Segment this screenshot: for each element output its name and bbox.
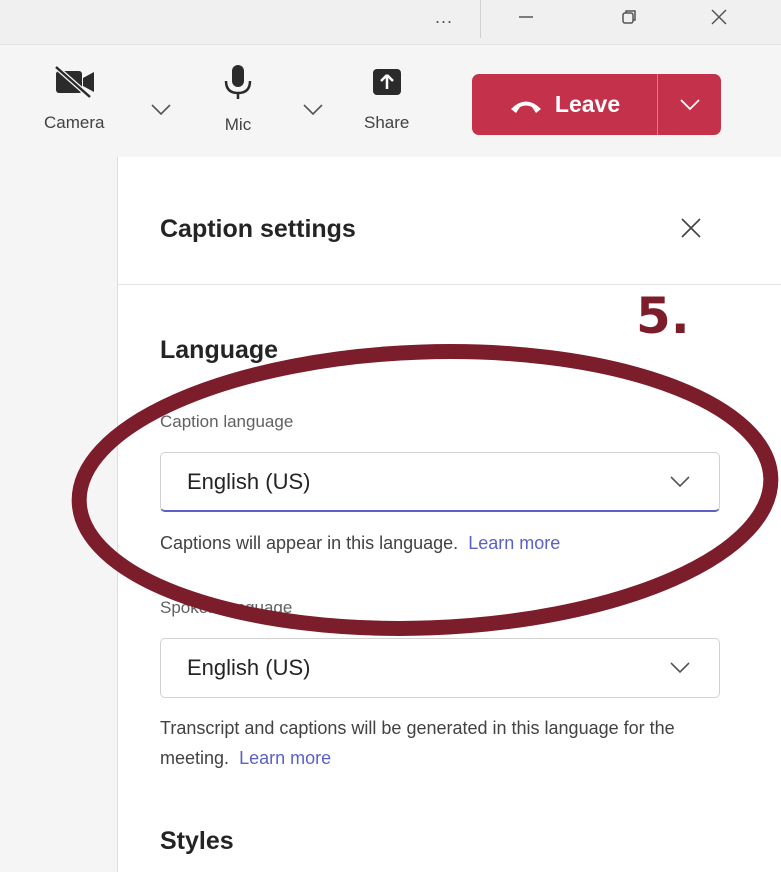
chevron-down-icon xyxy=(679,98,700,110)
leave-options-button[interactable] xyxy=(658,74,721,135)
camera-button[interactable]: Camera xyxy=(44,63,104,133)
leave-button-group: Leave xyxy=(472,74,721,135)
styles-heading: Styles xyxy=(160,827,234,855)
spoken-language-select[interactable]: English (US) xyxy=(160,638,720,698)
close-panel-button[interactable] xyxy=(676,213,706,243)
mic-label: Mic xyxy=(224,115,252,134)
leave-button[interactable]: Leave xyxy=(472,74,657,135)
chevron-down-icon xyxy=(151,104,171,116)
caption-language-helper: Captions will appear in this language. L… xyxy=(160,528,720,558)
phone-hangup-icon xyxy=(510,101,541,113)
spoken-language-helper: Transcript and captions will be generate… xyxy=(160,713,700,773)
spoken-helper-text: Transcript and captions will be generate… xyxy=(160,718,675,768)
chevron-down-icon xyxy=(303,104,323,116)
chevron-down-icon xyxy=(670,475,690,487)
caption-settings-header: Caption settings xyxy=(118,157,781,285)
minimize-icon xyxy=(519,16,533,18)
panel-title: Caption settings xyxy=(160,215,356,243)
caption-language-select[interactable]: English (US) xyxy=(160,452,720,512)
leave-label: Leave xyxy=(554,91,621,117)
camera-off-icon xyxy=(54,65,95,99)
restore-icon xyxy=(622,10,636,24)
mic-button[interactable]: Mic xyxy=(220,63,256,135)
mic-options-button[interactable] xyxy=(302,103,324,122)
caption-language-label: Caption language xyxy=(160,412,294,431)
caption-language-value: English (US) xyxy=(187,468,311,494)
step-number-annotation: 5. xyxy=(636,287,690,345)
close-icon xyxy=(681,218,701,238)
spoken-language-value: English (US) xyxy=(187,655,311,680)
language-heading: Language xyxy=(160,336,279,364)
caption-learn-more-link[interactable]: Learn more xyxy=(468,533,560,553)
share-icon xyxy=(372,69,401,95)
close-icon xyxy=(711,9,727,25)
camera-options-button[interactable] xyxy=(150,103,172,122)
share-label: Share xyxy=(364,113,410,132)
meeting-stage xyxy=(0,157,118,872)
spoken-language-label: Spoken language xyxy=(160,598,293,617)
close-window-button[interactable] xyxy=(690,0,748,34)
microphone-icon xyxy=(224,65,252,99)
caption-helper-text: Captions will appear in this language. xyxy=(160,533,459,553)
title-bar-divider xyxy=(480,0,481,38)
share-button[interactable]: Share xyxy=(364,63,409,133)
title-bar: ... xyxy=(0,0,781,45)
camera-label: Camera xyxy=(44,113,105,132)
restore-button[interactable] xyxy=(600,0,658,34)
more-options-button[interactable]: ... xyxy=(420,0,468,34)
spoken-learn-more-link[interactable]: Learn more xyxy=(239,748,331,768)
minimize-button[interactable] xyxy=(497,0,555,34)
chevron-down-icon xyxy=(670,662,690,674)
meeting-toolbar: Camera Mic Share Leave xyxy=(0,45,781,157)
